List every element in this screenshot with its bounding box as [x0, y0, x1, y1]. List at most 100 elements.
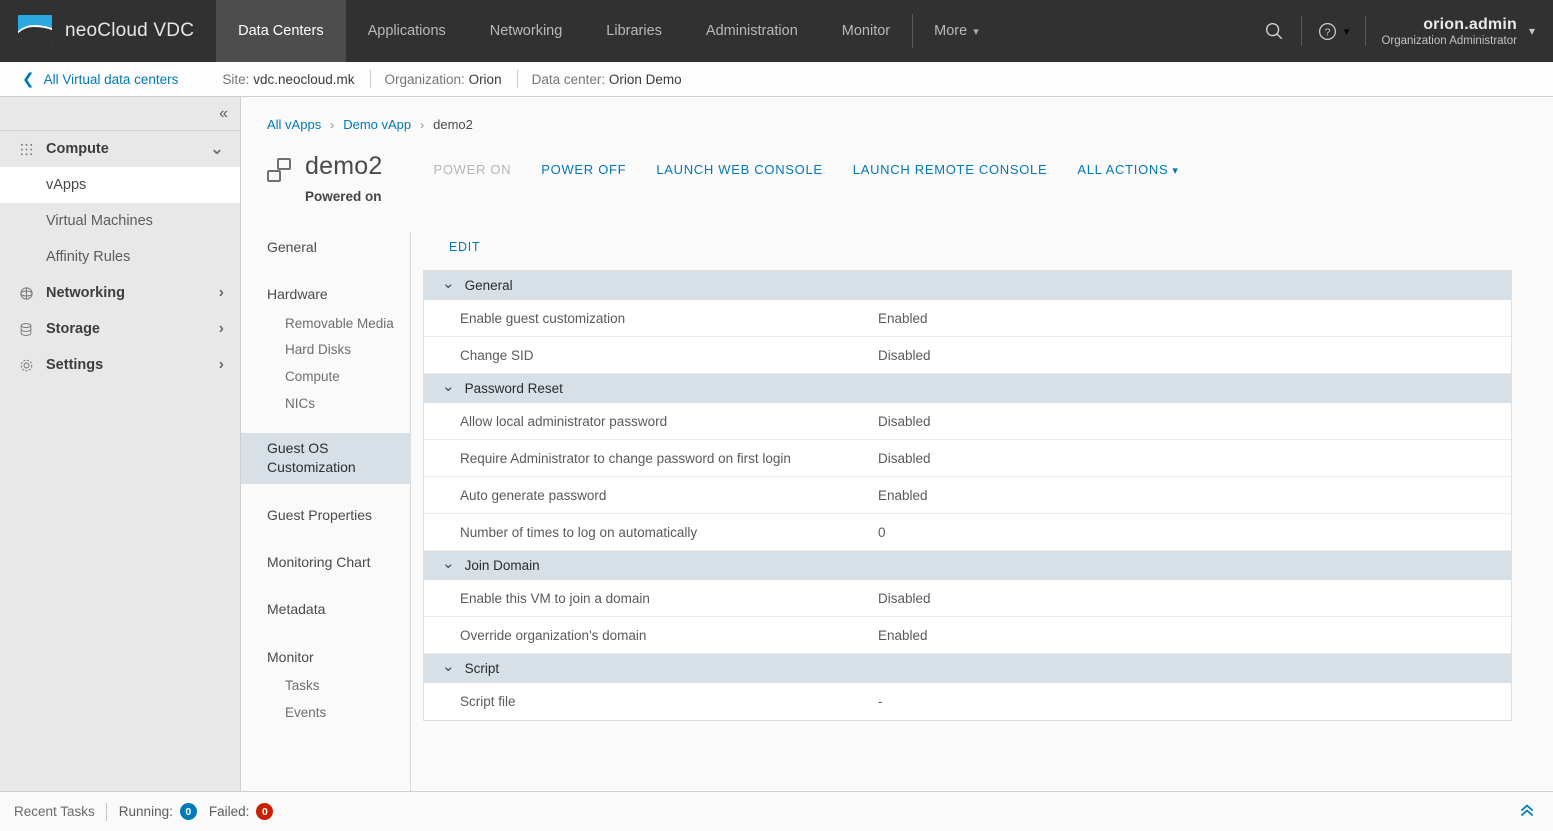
recent-tasks-label[interactable]: Recent Tasks — [14, 803, 107, 821]
section-title: General — [464, 278, 513, 293]
back-to-all-vdc-link[interactable]: ❮ All Virtual data centers — [22, 70, 178, 88]
nav-item-monitor[interactable]: Monitor — [820, 0, 912, 62]
left-sidebar: « Compute ⌄ vApps Virtual Machines Affinity … — [0, 97, 241, 791]
section-nav-guest-os-customization[interactable]: Guest OS Customization — [241, 433, 411, 484]
help-icon[interactable]: ? ▾ — [1300, 12, 1366, 50]
sidebar-group-networking[interactable]: Networking › — [0, 275, 240, 311]
section-nav-removable-media[interactable]: Removable Media — [267, 311, 410, 338]
virtual-machine-icon — [267, 158, 291, 182]
chevron-down-icon: ⌄ — [442, 274, 455, 292]
property-value: Disabled — [878, 347, 931, 363]
gear-icon — [18, 358, 34, 373]
nav-item-data-centers[interactable]: Data Centers — [216, 0, 346, 62]
chevron-right-icon: › — [218, 320, 224, 337]
property-value: Enabled — [878, 487, 928, 503]
property-name: Enable this VM to join a domain — [460, 590, 650, 606]
section-nav-monitoring-chart[interactable]: Monitoring Chart — [267, 547, 410, 578]
recent-tasks-bar: Recent Tasks Running: 0 Failed: 0 — [0, 791, 1553, 831]
action-launch-web-console[interactable]: LAUNCH WEB CONSOLE — [641, 162, 837, 177]
section-nav-tasks[interactable]: Tasks — [267, 673, 410, 700]
action-all-actions[interactable]: ALL ACTIONS ▾ — [1062, 162, 1193, 177]
section-title: Script — [464, 661, 500, 676]
section-nav-monitor[interactable]: Monitor — [267, 642, 410, 673]
failed-label: Failed: — [208, 804, 250, 819]
property-value: Disabled — [878, 450, 931, 466]
section-nav-hard-disks[interactable]: Hard Disks — [267, 337, 410, 364]
breadcrumb-item[interactable]: All vApps — [267, 117, 321, 132]
breadcrumb-item: demo2 — [433, 117, 473, 132]
sidebar-nav: Compute ⌄ vApps Virtual Machines Affinity Ru… — [0, 131, 240, 383]
sidebar-group-compute[interactable]: Compute ⌄ — [0, 131, 240, 167]
section-nav-events[interactable]: Events — [267, 700, 410, 727]
section-nav-nics[interactable]: NICs — [267, 391, 410, 418]
sidebar-item-vapps[interactable]: vApps — [0, 167, 240, 203]
section-nav-metadata[interactable]: Metadata — [267, 594, 410, 625]
search-icon[interactable] — [1247, 12, 1301, 50]
property-name: Require Administrator to change password… — [460, 450, 791, 466]
property-value: 0 — [878, 524, 886, 540]
section-nav-hardware[interactable]: Hardware — [267, 279, 410, 310]
failed-count-badge: 0 — [256, 803, 274, 820]
storage-icon — [18, 322, 34, 337]
table-row: Override organization's domain Enabled — [424, 617, 1511, 654]
sidebar-group-label: Settings — [46, 357, 104, 373]
main-content: All vApps › Demo vApp › demo2 demo2 Powered … — [241, 97, 1553, 791]
nav-item-libraries[interactable]: Libraries — [584, 0, 684, 62]
context-dc-label: Data center: — [531, 71, 606, 87]
table-row: Require Administrator to change password… — [424, 440, 1511, 477]
brand-logo[interactable]: neoCloud VDC — [0, 0, 216, 62]
nav-item-administration[interactable]: Administration — [684, 0, 820, 62]
section-nav-label: Monitoring Chart — [267, 554, 371, 571]
action-launch-remote-console[interactable]: LAUNCH REMOTE CONSOLE — [838, 162, 1063, 177]
section-header-password-reset[interactable]: ⌄ Password Reset — [424, 374, 1511, 403]
network-icon — [18, 286, 34, 301]
page-title: demo2 — [305, 152, 383, 180]
edit-button[interactable]: EDIT — [449, 240, 480, 254]
context-datacenter: Data center: Orion Demo — [516, 69, 697, 88]
sidebar-group-storage[interactable]: Storage › — [0, 311, 240, 347]
action-label: LAUNCH WEB CONSOLE — [656, 162, 823, 177]
detail-pane: EDIT ⌄ General Enable guest customization E… — [411, 232, 1553, 791]
sidebar-item-affinity-rules[interactable]: Affinity Rules — [0, 239, 240, 275]
user-menu[interactable]: orion.admin Organization Administrator ▾ — [1365, 12, 1553, 50]
property-name: Allow local administrator password — [460, 413, 668, 429]
nav-item-label: Monitor — [841, 23, 891, 39]
sidebar-group-settings[interactable]: Settings › — [0, 347, 240, 383]
section-header-general[interactable]: ⌄ General — [424, 271, 1511, 300]
collapse-sidebar-icon[interactable]: « — [219, 105, 228, 123]
chevron-down-icon: ⌄ — [209, 138, 224, 158]
context-org-value: Orion — [468, 71, 502, 87]
section-title: Password Reset — [464, 381, 563, 396]
property-value: Enabled — [878, 310, 928, 326]
context-items: Site: vdc.neocloud.mk Organization: Orio… — [222, 69, 697, 88]
breadcrumb-item[interactable]: Demo vApp — [343, 117, 411, 132]
breadcrumb-separator-icon: › — [330, 117, 335, 132]
sidebar-item-label: Virtual Machines — [46, 213, 153, 229]
nav-item-applications[interactable]: Applications — [346, 0, 468, 62]
action-power-off[interactable]: POWER OFF — [526, 162, 641, 177]
section-nav-general[interactable]: General — [267, 232, 410, 263]
chevron-down-icon: ▾ — [1172, 165, 1179, 177]
chevron-right-icon: › — [218, 356, 224, 373]
vm-section-nav: General Hardware Removable Media Hard Disks… — [241, 232, 411, 791]
section-nav-compute[interactable]: Compute — [267, 364, 410, 391]
action-label: POWER OFF — [541, 162, 627, 177]
chevron-down-icon[interactable]: ▾ — [1525, 24, 1553, 38]
section-nav-label: Metadata — [267, 601, 326, 618]
chevron-down-icon: ⌄ — [442, 377, 455, 395]
nav-item-more[interactable]: More ▾ — [912, 0, 1001, 62]
running-label: Running: — [118, 804, 173, 819]
section-header-script[interactable]: ⌄ Script — [424, 654, 1511, 683]
section-header-join-domain[interactable]: ⌄ Join Domain — [424, 551, 1511, 580]
chevron-down-icon: ⌄ — [442, 554, 455, 572]
chevron-double-up-icon[interactable] — [1517, 802, 1537, 821]
section-nav-label: Guest Properties — [267, 506, 373, 523]
nav-item-networking[interactable]: Networking — [468, 0, 585, 62]
chevron-down-icon: ▾ — [1343, 25, 1350, 38]
breadcrumb-separator-icon: › — [420, 117, 425, 132]
context-org-label: Organization: — [384, 71, 465, 87]
section-nav-guest-properties[interactable]: Guest Properties — [267, 500, 410, 531]
nav-item-label: More — [934, 23, 968, 39]
sidebar-item-virtual-machines[interactable]: Virtual Machines — [0, 203, 240, 239]
property-name: Number of times to log on automatically — [460, 524, 698, 540]
